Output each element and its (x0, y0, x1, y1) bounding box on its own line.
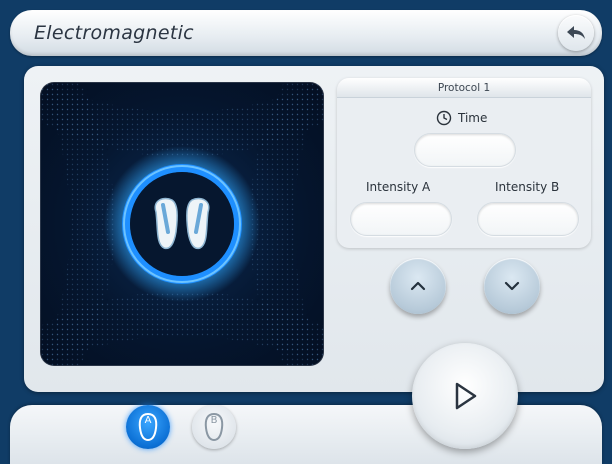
header-bar: Electromagnetic (10, 10, 602, 56)
clock-icon (436, 110, 452, 126)
back-arrow-icon (567, 26, 585, 39)
protocol-title: Protocol 1 (337, 78, 591, 98)
time-label-group: Time (436, 108, 487, 128)
decrease-button[interactable] (484, 258, 540, 314)
play-button[interactable] (412, 343, 518, 449)
channel-b-button[interactable]: B (192, 405, 236, 449)
time-label: Time (458, 111, 488, 125)
page-title: Electromagnetic (34, 22, 194, 44)
intensity-b-label: Intensity B (495, 180, 560, 194)
channel-b-letter: B (210, 415, 218, 426)
back-button[interactable] (558, 15, 594, 51)
play-icon (455, 382, 477, 410)
chevron-down-icon (504, 281, 520, 291)
channel-a-letter: A (144, 415, 152, 426)
channel-a-button[interactable]: A (126, 405, 170, 449)
increase-button[interactable] (390, 258, 446, 314)
intensity-a-field[interactable] (350, 202, 452, 236)
intensity-b-field[interactable] (477, 202, 579, 236)
intensity-a-label: Intensity A (366, 180, 431, 194)
chevron-up-icon (410, 281, 426, 291)
time-field[interactable] (414, 133, 516, 167)
applicator-display (40, 82, 324, 366)
applicator-pads-icon (154, 197, 210, 250)
